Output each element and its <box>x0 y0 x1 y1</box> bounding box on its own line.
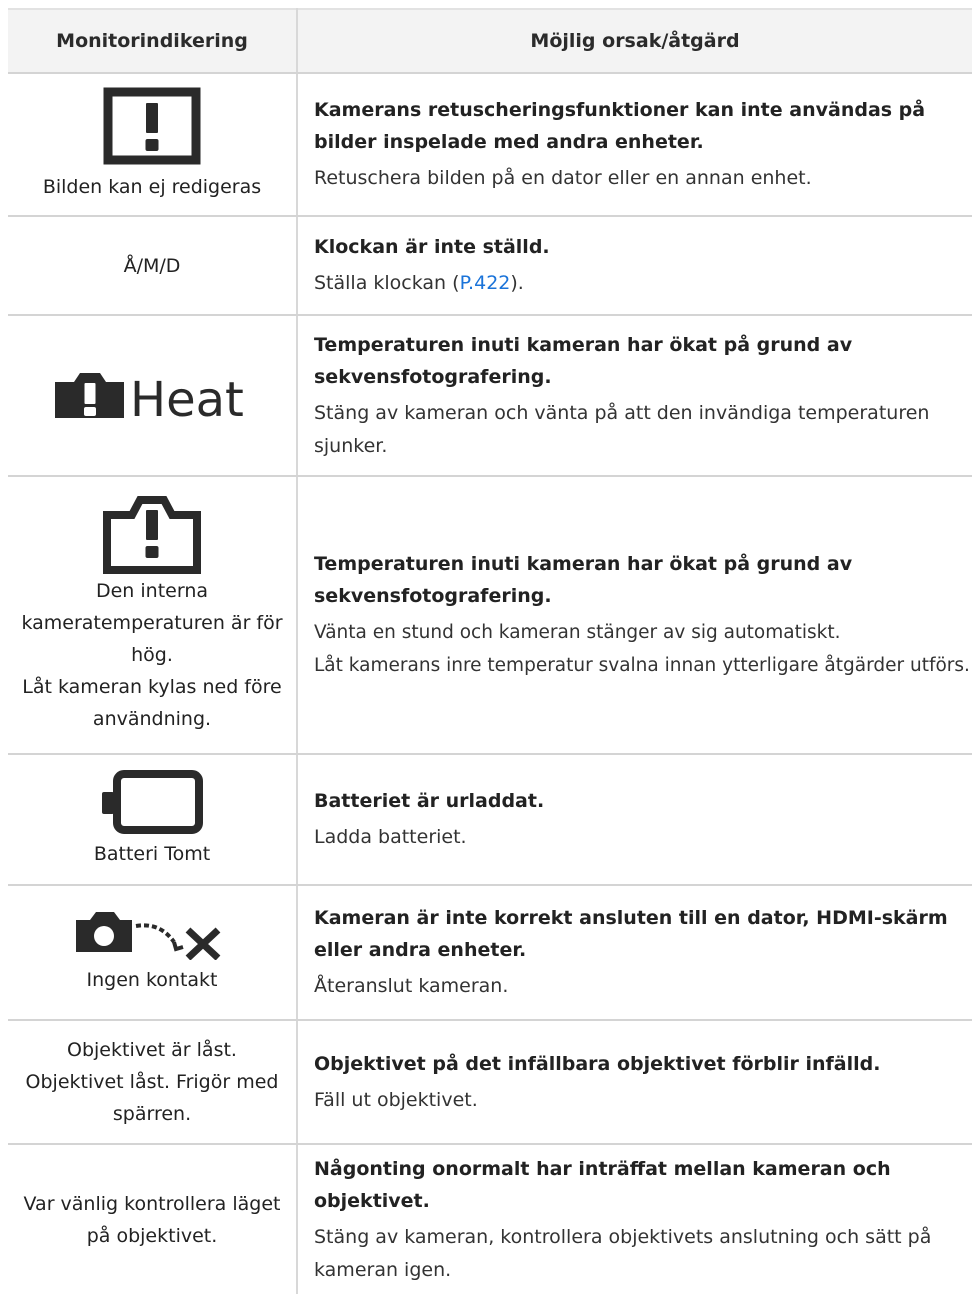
indicator-label: Å/M/D <box>123 254 181 277</box>
action-line: Låt kamerans inre temperatur svalna inna… <box>314 655 970 676</box>
table-row: Den interna kameratemperaturen är för hö… <box>8 476 972 755</box>
action-text: Fäll ut objektivet. <box>314 1088 478 1111</box>
indicator-label-line: Låt kameran kylas ned före <box>22 676 282 698</box>
indicator-cell: Objektivet är låst. Objektivet låst. Fri… <box>8 1020 298 1145</box>
indicator-cell: Ingen kontakt <box>8 885 298 1021</box>
cause-text: Objektivet på det infällbara objektivet … <box>314 1052 881 1075</box>
indicator-cell: Var vänlig kontrollera läget på objektiv… <box>8 1144 298 1294</box>
heat-label: Heat <box>130 372 244 422</box>
table-row: Objektivet är låst. Objektivet låst. Fri… <box>8 1020 972 1145</box>
indicator-label: Batteri Tomt <box>93 842 211 865</box>
cause-action-cell: Batteriet är urladdat. Ladda batteriet. <box>297 754 972 886</box>
table-row: Heat Temperaturen inuti kameran har ökat… <box>8 315 972 477</box>
action-text: Ladda batteriet. <box>314 826 467 848</box>
cause-text: Kameran är inte korrekt ansluten till en… <box>314 907 948 961</box>
table-row: Var vänlig kontrollera läget på objektiv… <box>8 1144 972 1294</box>
cause-action-cell: Temperaturen inuti kameran har ökat på g… <box>297 315 972 477</box>
indicator-label-line: på objektivet. <box>86 1224 218 1247</box>
cause-text: Klockan är inte ställd. <box>314 236 550 258</box>
indicator-label-line: kameratemperaturen är för <box>21 612 283 634</box>
battery-empty-icon <box>102 769 203 834</box>
indicator-label: Bilden kan ej redigeras <box>42 175 262 198</box>
indicator-label-line: Objektivet är låst. <box>67 1039 237 1061</box>
action-text: Vänta en stund och kameran stänger av si… <box>314 616 970 682</box>
action-line: Vänta en stund och kameran stänger av si… <box>314 622 841 643</box>
indicator-cell: Den interna kameratemperaturen är för hö… <box>8 476 298 755</box>
cause-action-cell: Objektivet på det infällbara objektivet … <box>297 1020 972 1145</box>
cause-text: Temperaturen inuti kameran har ökat på g… <box>314 333 853 388</box>
action-text-start: Ställa klockan ( <box>314 272 460 294</box>
camera-warning-icon <box>103 496 201 574</box>
indicator-label-line: Den interna <box>95 580 209 602</box>
action-text-end: ). <box>510 272 524 294</box>
table-header-row: Monitorindikering Möjlig orsak/åtgärd <box>8 8 972 74</box>
cause-action-cell: Någonting onormalt har inträffat mellan … <box>297 1144 972 1294</box>
indicator-cell: Heat <box>8 315 298 477</box>
warning-box-icon <box>103 87 201 164</box>
indicator-cell: Å/M/D <box>8 216 298 316</box>
cause-text: Temperaturen inuti kameran har ökat på g… <box>314 553 853 607</box>
action-text: Retuschera bilden på en dator eller en a… <box>314 167 812 189</box>
cause-text: Batteriet är urladdat. <box>314 790 545 812</box>
cause-action-cell: Kamerans retuscheringsfunktioner kan int… <box>297 73 972 217</box>
header-cause-action: Möjlig orsak/åtgärd <box>297 8 972 74</box>
indicator-cell: Bilden kan ej redigeras <box>8 73 298 217</box>
action-text: Ställa klockan (P.422). <box>314 267 958 300</box>
table-row: Batteri Tomt Batteriet är urladdat. Ladd… <box>8 754 972 886</box>
no-connection-icon <box>76 911 221 960</box>
cause-text: Kamerans retuscheringsfunktioner kan int… <box>314 99 926 153</box>
indicator-label-line: spärren. <box>112 1103 192 1125</box>
indicator-label: Ingen kontakt <box>86 968 218 991</box>
cause-action-cell: Kameran är inte korrekt ansluten till en… <box>297 885 972 1021</box>
troubleshooting-table: Monitorindikering Möjlig orsak/åtgärd Bi… <box>8 8 972 1294</box>
header-monitor-indication: Monitorindikering <box>8 8 298 74</box>
table-row: Ingen kontakt Kameran är inte korrekt an… <box>8 885 972 1021</box>
table-row: Bilden kan ej redigeras Kamerans retusch… <box>8 73 972 217</box>
action-text: Återanslut kameran. <box>314 975 509 997</box>
action-text: Stäng av kameran och vänta på att den in… <box>314 401 930 457</box>
indicator-label-line: användning. <box>92 708 212 730</box>
indicator-label-line: hög. <box>131 644 173 666</box>
indicator-cell: Batteri Tomt <box>8 754 298 886</box>
indicator-label-line: Var vänlig kontrollera läget <box>23 1192 281 1215</box>
cause-action-cell: Klockan är inte ställd. Ställa klockan (… <box>297 216 972 316</box>
cause-text: Någonting onormalt har inträffat mellan … <box>314 1157 891 1212</box>
action-text: Stäng av kameran, kontrollera objektivet… <box>314 1225 932 1281</box>
table-row: Å/M/D Klockan är inte ställd. Ställa klo… <box>8 216 972 316</box>
cause-action-cell: Temperaturen inuti kameran har ökat på g… <box>297 476 972 755</box>
page-reference-link[interactable]: P.422 <box>460 272 511 294</box>
indicator-label-line: Objektivet låst. Frigör med <box>25 1071 279 1093</box>
heat-warning-icon: Heat <box>55 372 244 422</box>
